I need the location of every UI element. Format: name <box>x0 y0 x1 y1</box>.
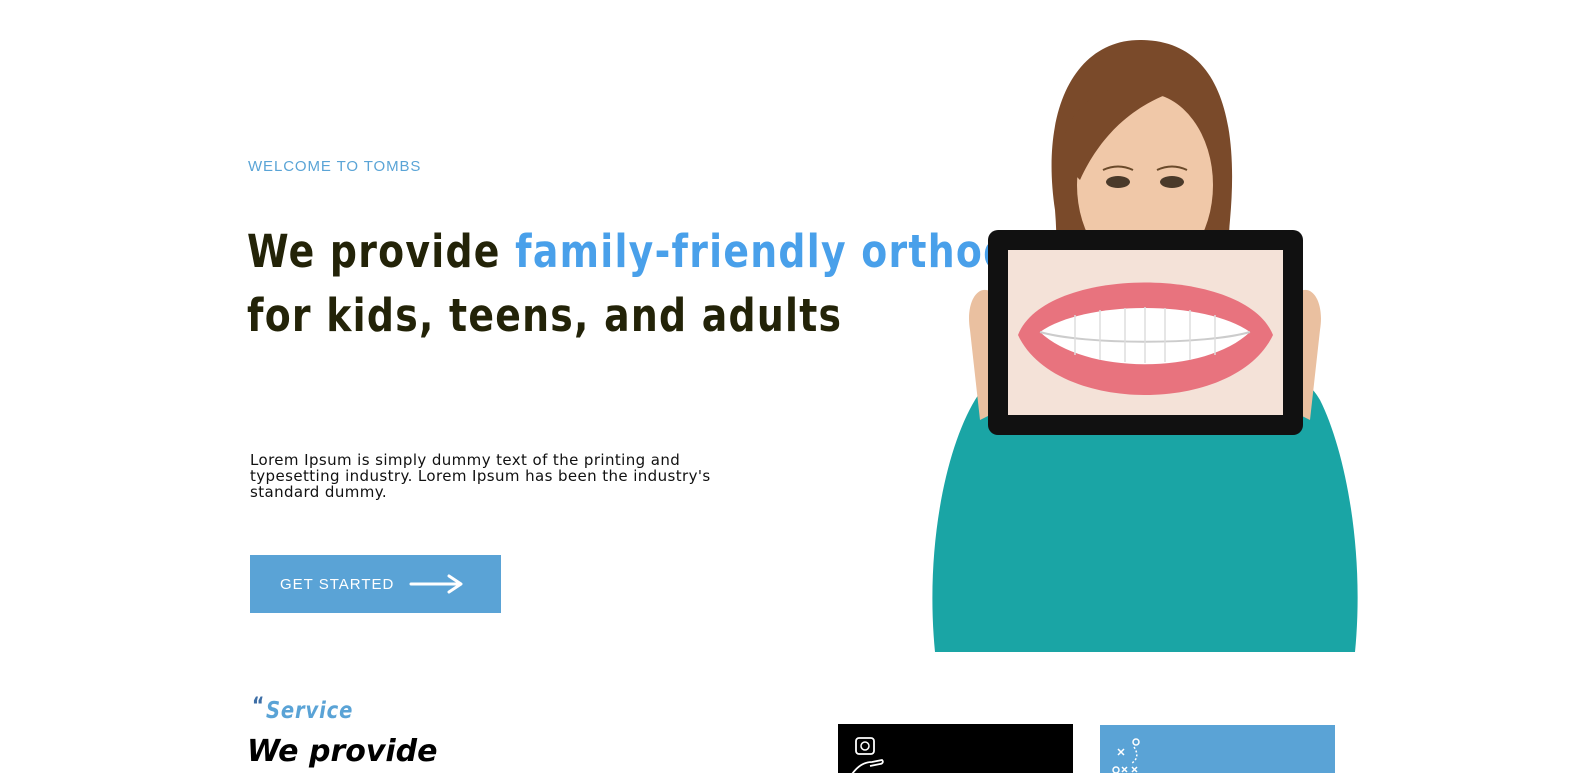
headline-part-3: for kids, teens, and adults <box>247 289 843 342</box>
service-title: We provide <box>247 734 438 769</box>
hero-woman-image <box>932 40 1358 652</box>
service-card[interactable] <box>1100 725 1335 773</box>
headline-part-1: We provide <box>247 225 516 278</box>
page: WELCOME TO TOMBS We provide family-frien… <box>0 0 1584 773</box>
get-started-button[interactable]: GET STARTED <box>250 555 501 613</box>
strategy-icon <box>1112 738 1140 773</box>
service-card[interactable] <box>838 724 1073 773</box>
get-started-label: GET STARTED <box>280 575 395 593</box>
hero-headline: We provide family-friendly orthodontics … <box>247 220 1147 348</box>
tooth-care-icon <box>851 737 884 773</box>
quote-icon: “ <box>252 694 266 719</box>
arrow-right-icon <box>409 574 463 594</box>
welcome-label: WELCOME TO TOMBS <box>248 158 422 175</box>
hero-intro-text: Lorem Ipsum is simply dummy text of the … <box>250 451 711 501</box>
service-tag: “Service <box>252 694 354 724</box>
service-tag-label: Service <box>265 698 354 724</box>
